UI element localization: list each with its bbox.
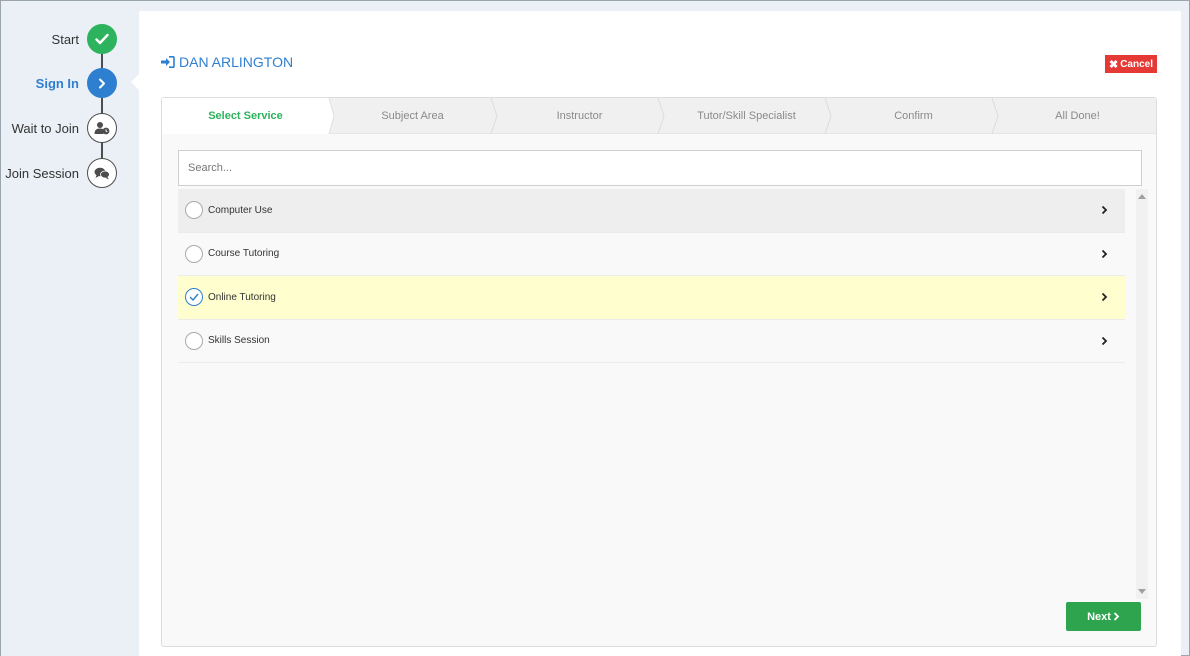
step-start: Start xyxy=(52,24,117,54)
wizard-tabs: Select Service Subject Area Instructor T… xyxy=(162,98,1156,134)
comments-icon xyxy=(87,158,117,188)
chevron-right-icon xyxy=(1113,612,1120,621)
tab-subject-area[interactable]: Subject Area xyxy=(329,98,496,134)
user-clock-icon xyxy=(87,113,117,143)
service-list: Computer Use Course Tutoring Online Tuto… xyxy=(178,189,1125,363)
next-label: Next xyxy=(1087,610,1111,623)
check-icon xyxy=(87,24,117,54)
active-step-pointer xyxy=(131,74,139,90)
step-wait-to-join: Wait to Join xyxy=(12,113,117,143)
cancel-label: Cancel xyxy=(1120,58,1153,70)
step-join-session: Join Session xyxy=(5,158,117,188)
user-header: DAN ARLINGTON xyxy=(161,54,293,70)
chevron-right-icon xyxy=(1101,206,1108,215)
list-item-computer-use[interactable]: Computer Use xyxy=(178,189,1125,233)
tab-label: Subject Area xyxy=(381,110,444,122)
service-label: Online Tutoring xyxy=(208,291,276,303)
chevron-right-icon xyxy=(87,68,117,98)
tab-all-done[interactable]: All Done! xyxy=(997,98,1158,134)
list-item-skills-session[interactable]: Skills Session xyxy=(178,320,1125,363)
progress-sidebar: Start Sign In Wait to Join Join Session xyxy=(1,1,139,656)
step-label: Start xyxy=(51,31,79,47)
tab-separator xyxy=(824,98,832,134)
service-label: Skills Session xyxy=(208,335,270,347)
chevron-right-icon xyxy=(1101,293,1108,302)
tab-separator xyxy=(657,98,665,134)
chevron-right-icon xyxy=(1101,249,1108,258)
step-sign-in: Sign In xyxy=(36,68,117,98)
chevron-right-icon xyxy=(1101,336,1108,345)
step-label: Sign In xyxy=(35,75,79,91)
radio-button-checked[interactable] xyxy=(185,288,203,307)
list-item-course-tutoring[interactable]: Course Tutoring xyxy=(178,233,1125,276)
check-icon xyxy=(189,293,199,302)
tab-tutor-skill-specialist[interactable]: Tutor/Skill Specialist xyxy=(663,98,830,134)
scroll-up-icon[interactable] xyxy=(1138,194,1146,199)
tab-label: Confirm xyxy=(894,110,933,122)
step-label: Wait to Join xyxy=(11,120,79,136)
main-panel: DAN ARLINGTON ✖ Cancel Select Service Su… xyxy=(139,11,1181,656)
tab-select-service[interactable]: Select Service xyxy=(162,98,329,134)
service-label: Computer Use xyxy=(208,204,273,216)
cancel-button[interactable]: ✖ Cancel xyxy=(1105,55,1157,73)
next-button[interactable]: Next xyxy=(1066,602,1141,631)
scroll-down-icon[interactable] xyxy=(1138,589,1146,594)
radio-button[interactable] xyxy=(185,244,203,263)
step-connector-line xyxy=(101,39,103,173)
service-label: Course Tutoring xyxy=(208,248,280,260)
tab-instructor[interactable]: Instructor xyxy=(496,98,663,134)
sign-in-icon xyxy=(161,56,175,68)
tab-separator xyxy=(490,98,498,134)
close-icon: ✖ xyxy=(1108,58,1119,71)
user-name: DAN ARLINGTON xyxy=(179,54,294,70)
tab-label: Tutor/Skill Specialist xyxy=(697,110,796,122)
tab-label: All Done! xyxy=(1055,110,1100,122)
service-wizard: Select Service Subject Area Instructor T… xyxy=(161,97,1157,647)
tab-separator xyxy=(991,98,999,134)
tab-confirm[interactable]: Confirm xyxy=(830,98,997,134)
radio-button[interactable] xyxy=(185,201,203,220)
radio-button[interactable] xyxy=(185,331,203,350)
search-input[interactable] xyxy=(178,150,1142,186)
list-scrollbar[interactable] xyxy=(1136,189,1148,599)
tab-label: Select Service xyxy=(208,110,283,122)
tab-label: Instructor xyxy=(556,110,603,122)
tab-separator xyxy=(322,98,334,134)
list-item-online-tutoring[interactable]: Online Tutoring xyxy=(178,276,1125,320)
step-label: Join Session xyxy=(5,165,79,181)
